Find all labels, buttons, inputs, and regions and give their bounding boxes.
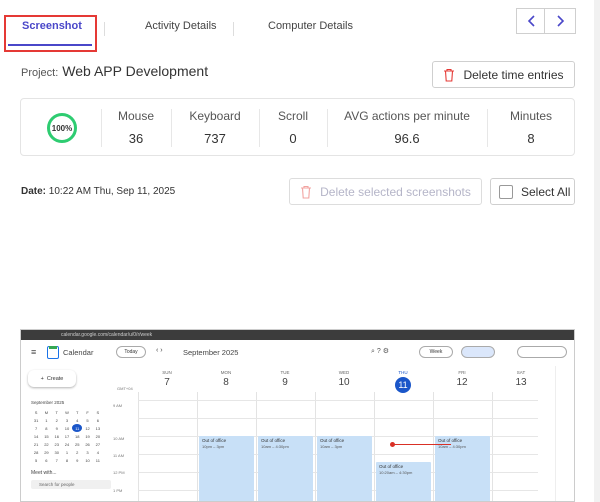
active-tab-underline (8, 44, 92, 46)
prev-next-icons: ‹ › (156, 347, 163, 354)
stat-minutes-label: Minutes (509, 109, 553, 123)
time-label: 10 AM (113, 436, 125, 441)
day-header: SUN 7 (162, 370, 172, 388)
meet-with-label: Meet with... (31, 470, 57, 476)
date-value: 10:22 AM Thu, Sep 11, 2025 (48, 186, 176, 197)
day-header: MON 8 (220, 370, 232, 388)
chevron-right-icon (557, 15, 565, 27)
view-selector: Week (419, 346, 453, 358)
stat-scroll-value: 0 (289, 131, 297, 146)
time-label: 1 PM (113, 488, 123, 493)
create-button: + Create (28, 370, 76, 387)
calendar-month-title: September 2025 (183, 348, 239, 357)
search-people-field: Search for people (31, 480, 111, 489)
calendar-event: Out of office 10:20am – 4:30pm (376, 462, 431, 501)
activity-percent-ring: 100% (47, 113, 77, 143)
grid-line (374, 392, 375, 501)
mini-calendar-grid: SMTWTFS 31 1 2 3 4 5 6 7 8 9 10 11 12 13 14 15 16 17 18 1… (33, 409, 101, 463)
stat-keyboard-value: 737 (204, 131, 226, 146)
stat-minutes: Minutes 8 (487, 99, 575, 157)
project-label: Project: (21, 67, 59, 79)
day-header-today: THU 11 (374, 370, 432, 393)
grid-line (433, 392, 434, 501)
grid-line (315, 392, 316, 501)
menu-icon: ≡ (31, 347, 37, 357)
stat-scroll: Scroll 0 (259, 99, 327, 157)
delete-selected-label: Delete selected screenshots (320, 184, 471, 199)
date-label: Date: (21, 186, 47, 197)
next-button[interactable] (544, 8, 576, 34)
delete-selected-screenshots-button[interactable]: Delete selected screenshots (289, 178, 482, 205)
tab-computer-details[interactable]: Computer Details (268, 20, 353, 32)
activity-stats-panel: 100% Mouse 36 Keyboard 737 Scroll 0 AVG … (20, 98, 575, 156)
select-all-control[interactable]: Select All (490, 178, 575, 205)
grid-line (492, 392, 493, 501)
time-label: 11 AM (113, 453, 125, 458)
stat-keyboard-label: Keyboard (189, 109, 241, 123)
day-header: TUE 9 (280, 370, 290, 388)
grid-line (197, 392, 198, 501)
stat-avg-value: 96.6 (394, 131, 420, 146)
stat-mouse-label: Mouse (117, 109, 155, 123)
account-chip (517, 346, 567, 358)
current-time-line (393, 444, 451, 445)
grid-line (138, 392, 139, 501)
view-toggle (461, 346, 495, 358)
chevron-left-icon (527, 15, 535, 27)
day-header: WED 10 (338, 370, 350, 388)
trash-icon (301, 185, 312, 199)
day-header: SAT 13 (515, 370, 527, 388)
calendar-event: Out of office 10am – 4:30pm (258, 436, 313, 501)
stat-mouse: Mouse 36 (101, 99, 171, 157)
trash-icon (444, 68, 455, 82)
browser-url-bar: calendar.google.com/calendar/u/0/r/week (21, 330, 574, 340)
stat-scroll-label: Scroll (277, 109, 308, 123)
screenshot-date: Date: 10:22 AM Thu, Sep 11, 2025 (21, 186, 175, 197)
time-label: 9 AM (113, 403, 123, 408)
tab-bar: Screenshot Activity Details Computer Det… (0, 0, 600, 56)
calendar-event: Out of office 10am – 3pm (317, 436, 372, 501)
screenshot-thumbnail[interactable]: calendar.google.com/calendar/u/0/r/week … (20, 329, 575, 502)
mini-calendar: September 2025 SMTWTFS 31 1 2 3 4 5 6 7 8 9 10 11 1… (31, 400, 111, 489)
stat-keyboard: Keyboard 737 (171, 99, 259, 157)
select-all-label: Select All (521, 184, 571, 199)
project-line: Project: Web APP Development (21, 63, 208, 79)
create-label: Create (46, 375, 64, 382)
tab-divider (233, 22, 234, 36)
timezone-label: GMT+04 (117, 386, 133, 391)
delete-time-entries-button[interactable]: Delete time entries (432, 61, 575, 88)
tab-activity-details[interactable]: Activity Details (145, 20, 217, 32)
stat-minutes-value: 8 (527, 131, 535, 146)
today-button: Today (116, 346, 146, 358)
mini-calendar-title: September 2025 (31, 400, 65, 405)
stat-mouse-value: 36 (128, 131, 144, 146)
calendar-app-name: Calendar (63, 348, 94, 357)
calendar-logo-icon (47, 346, 59, 359)
stat-avg-label: AVG actions per minute (344, 109, 470, 123)
calendar-side-panel (555, 366, 574, 501)
delete-time-entries-label: Delete time entries (463, 67, 564, 82)
grid-line (138, 418, 538, 419)
stat-avg-actions: AVG actions per minute 96.6 (327, 99, 487, 157)
calendar-event: Out of office 10am – 4:30pm (435, 436, 490, 501)
page-scrollbar[interactable] (594, 0, 600, 502)
calendar-event: Out of office 10pm – 3pm (199, 436, 254, 501)
day-header: FRI 12 (456, 370, 468, 388)
grid-line (256, 392, 257, 501)
tab-screenshot[interactable]: Screenshot (22, 20, 82, 32)
toolbar-icons: ⌕ ? ⚙ (371, 348, 389, 355)
select-all-checkbox[interactable] (499, 184, 513, 199)
project-name: Web APP Development (62, 63, 209, 79)
time-label: 12 PM (113, 470, 125, 475)
tab-divider (104, 22, 105, 36)
grid-line (138, 400, 538, 401)
